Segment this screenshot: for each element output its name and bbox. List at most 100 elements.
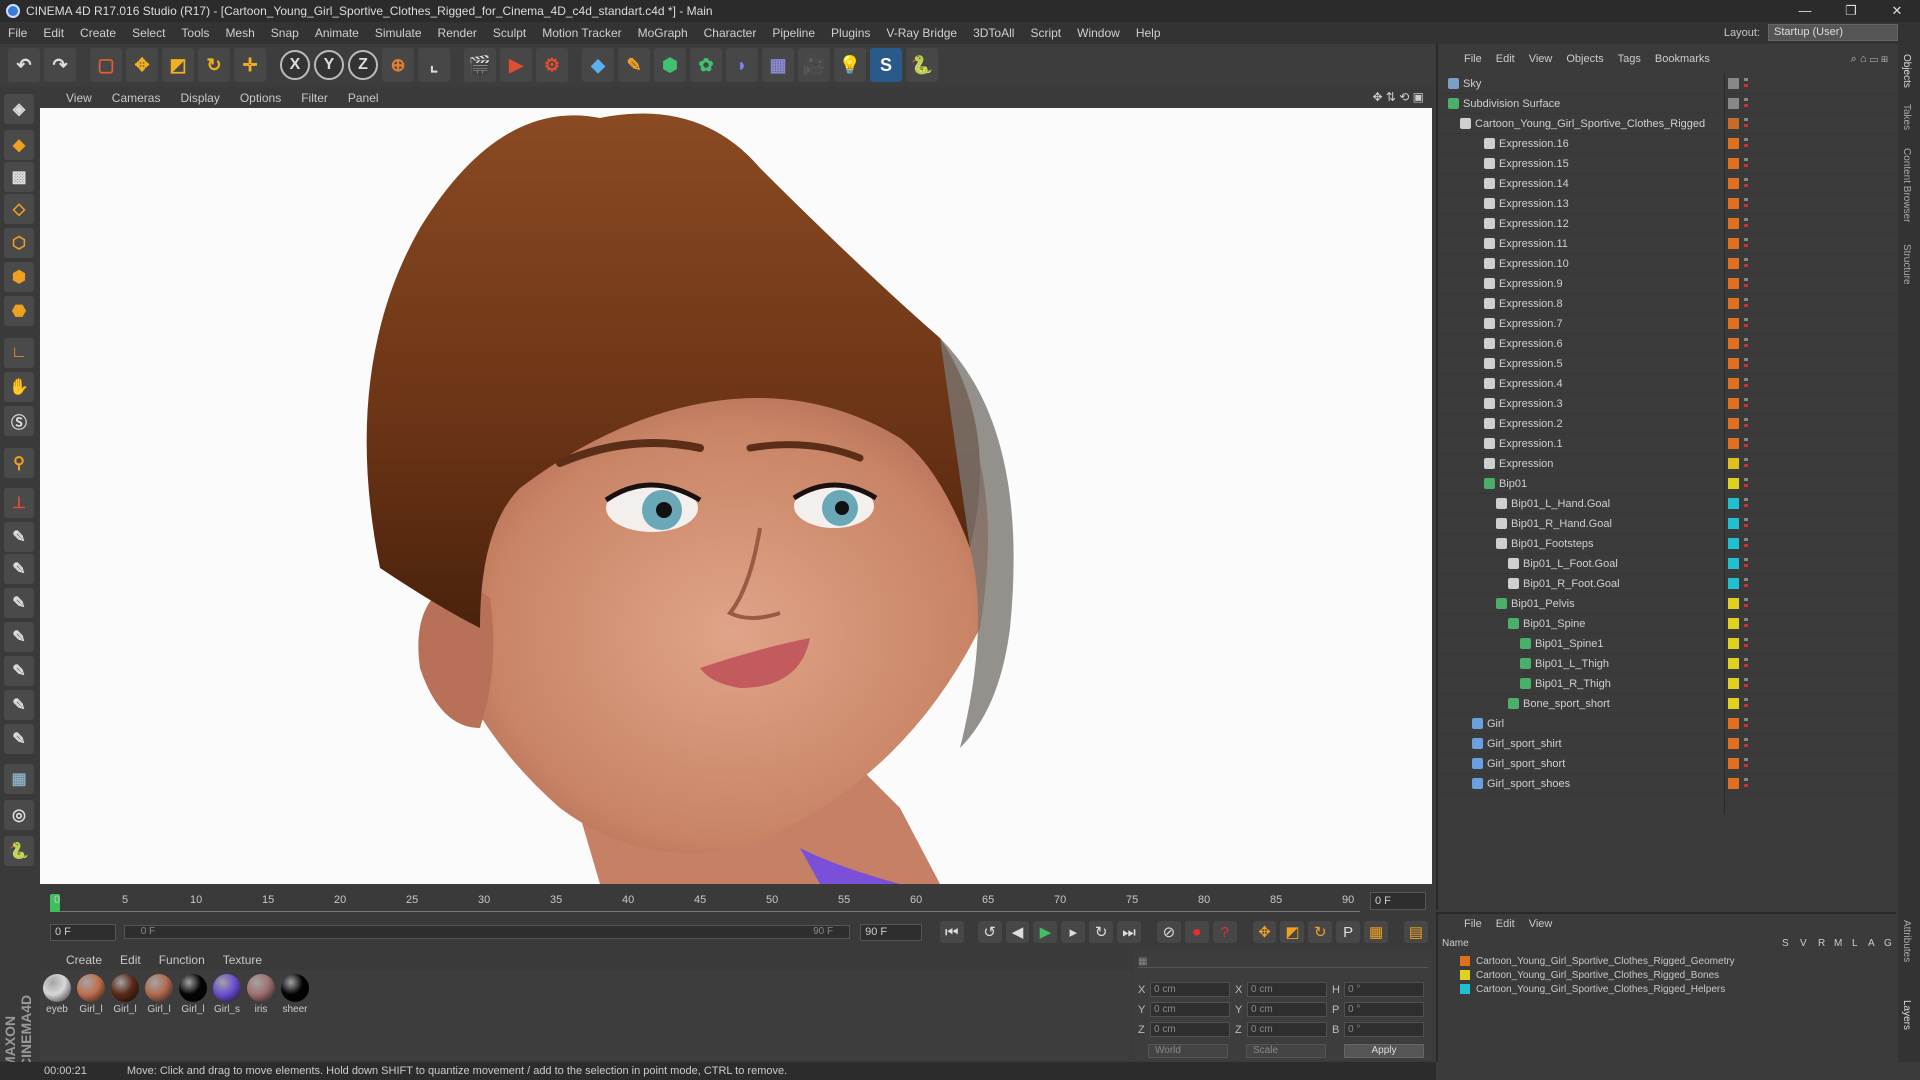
visibility-dots-icon[interactable]	[1744, 617, 1748, 630]
visibility-dots-icon[interactable]	[1744, 577, 1748, 590]
layer-color-tag[interactable]	[1728, 698, 1739, 709]
layer-color-tag[interactable]	[1728, 638, 1739, 649]
rotation-p-field[interactable]: 0 °	[1344, 1002, 1424, 1017]
object-row[interactable]: Expression.8	[1438, 294, 1898, 314]
points-mode-icon[interactable]: ⬡	[4, 228, 34, 258]
visibility-dots-icon[interactable]	[1744, 597, 1748, 610]
tab-takes[interactable]: Takes	[1901, 104, 1912, 130]
object-row[interactable]: Girl	[1438, 714, 1898, 734]
enable-axis-icon[interactable]: ∟	[4, 338, 34, 368]
layer-color-tag[interactable]	[1728, 498, 1739, 509]
viewport-menu-cameras[interactable]: Cameras	[112, 91, 161, 105]
viewport-menu-options[interactable]: Options	[240, 91, 281, 105]
layer-row[interactable]: Cartoon_Young_Girl_Sportive_Clothes_Rigg…	[1438, 954, 1898, 968]
layer-color-tag[interactable]	[1728, 538, 1739, 549]
layer-color-tag[interactable]	[1728, 758, 1739, 769]
visibility-dots-icon[interactable]	[1744, 777, 1748, 790]
om-search-icon[interactable]: ⌕ ⌂ ▭ ⊞	[1851, 53, 1888, 66]
om-menu-edit[interactable]: Edit	[1496, 53, 1515, 65]
object-row[interactable]: Expression.3	[1438, 394, 1898, 414]
layer-color-tag[interactable]	[1728, 338, 1739, 349]
record-scale-icon[interactable]: ◩	[1280, 921, 1305, 943]
visibility-dots-icon[interactable]	[1744, 757, 1748, 770]
layer-color-tag[interactable]	[1728, 678, 1739, 689]
sculpt-brush-4-icon[interactable]: ✎	[4, 622, 34, 652]
material-swatch[interactable]: sheer	[280, 974, 310, 1015]
layer-color-tag[interactable]	[1728, 558, 1739, 569]
x-axis-lock-icon[interactable]: X	[280, 50, 310, 80]
material-menu-edit[interactable]: Edit	[120, 953, 141, 967]
visibility-dots-icon[interactable]	[1744, 117, 1748, 130]
layer-row[interactable]: Cartoon_Young_Girl_Sportive_Clothes_Rigg…	[1438, 982, 1898, 996]
render-settings-icon[interactable]: ⚙	[536, 48, 568, 82]
object-row[interactable]: Bip01	[1438, 474, 1898, 494]
object-row[interactable]: Expression.14	[1438, 174, 1898, 194]
material-swatch[interactable]: iris	[246, 974, 276, 1015]
visibility-dots-icon[interactable]	[1744, 457, 1748, 470]
polygons-mode-icon[interactable]: ⬣	[4, 296, 34, 326]
magnet-icon[interactable]: ⚲	[4, 448, 34, 478]
rotation-h-field[interactable]: 0 °	[1344, 982, 1424, 997]
previous-frame-icon[interactable]: ◀	[1005, 921, 1030, 943]
texture-mode-icon[interactable]: ▩	[4, 162, 34, 192]
layer-color-tag[interactable]	[1728, 98, 1739, 109]
om-menu-objects[interactable]: Objects	[1566, 53, 1603, 65]
move-tool-icon[interactable]: ✥	[126, 48, 158, 82]
menu-mograph[interactable]: MoGraph	[638, 26, 688, 40]
camera-icon[interactable]: 🎥	[798, 48, 830, 82]
live-selection-icon[interactable]: ▢	[90, 48, 122, 82]
object-row[interactable]: Expression.16	[1438, 134, 1898, 154]
layer-color-tag[interactable]	[1728, 238, 1739, 249]
object-row[interactable]: Subdivision Surface	[1438, 94, 1898, 114]
record-active-objects-icon[interactable]: ⏺	[1184, 921, 1209, 943]
cloner-icon[interactable]: ✿	[690, 48, 722, 82]
visibility-dots-icon[interactable]	[1744, 537, 1748, 550]
model-mode-icon[interactable]: ◆	[4, 130, 34, 160]
quantize-icon[interactable]: ◎	[4, 800, 34, 830]
layer-color-tag[interactable]	[1728, 458, 1739, 469]
object-row[interactable]: Girl_sport_short	[1438, 754, 1898, 774]
menu-mesh[interactable]: Mesh	[225, 26, 254, 40]
material-swatch[interactable]: eyeb	[42, 974, 72, 1015]
sculpt-brush-2-icon[interactable]: ✎	[4, 554, 34, 584]
layer-color-tag[interactable]	[1728, 738, 1739, 749]
menu-snap[interactable]: Snap	[271, 26, 299, 40]
size-x-field[interactable]: 0 cm	[1247, 982, 1327, 997]
tab-objects[interactable]: Objects	[1901, 54, 1912, 88]
autokeying-icon[interactable]: ?	[1212, 921, 1237, 943]
object-row[interactable]: Girl_sport_shirt	[1438, 734, 1898, 754]
size-y-field[interactable]: 0 cm	[1247, 1002, 1327, 1017]
object-row[interactable]: Expression.6	[1438, 334, 1898, 354]
timeline-window-icon[interactable]: ▤	[1403, 921, 1428, 943]
menu-vray-bridge[interactable]: V-Ray Bridge	[886, 26, 957, 40]
coordinate-space-select[interactable]: World	[1148, 1044, 1228, 1058]
apply-button[interactable]: Apply	[1344, 1044, 1424, 1058]
menu-create[interactable]: Create	[80, 26, 116, 40]
end-frame-field[interactable]: 90 F	[860, 923, 922, 941]
object-row[interactable]: Expression.9	[1438, 274, 1898, 294]
layer-color-tag[interactable]	[1728, 378, 1739, 389]
undo-icon[interactable]: ↶	[8, 48, 40, 82]
menu-motion-tracker[interactable]: Motion Tracker	[542, 26, 621, 40]
maximize-button[interactable]: ❐	[1828, 0, 1874, 22]
recent-tool-icon[interactable]: ✛	[234, 48, 266, 82]
object-axis-icon[interactable]: ⌞	[418, 48, 450, 82]
layer-menu-edit[interactable]: Edit	[1496, 918, 1515, 930]
visibility-dots-icon[interactable]	[1744, 77, 1748, 90]
material-swatch[interactable]: Girl_l	[110, 974, 140, 1015]
sketch-icon[interactable]: S	[870, 48, 902, 82]
visibility-dots-icon[interactable]	[1744, 497, 1748, 510]
visibility-dots-icon[interactable]	[1744, 357, 1748, 370]
menu-plugins[interactable]: Plugins	[831, 26, 870, 40]
position-y-field[interactable]: 0 cm	[1150, 1002, 1230, 1017]
layer-color-tag[interactable]	[1728, 138, 1739, 149]
object-row[interactable]: Expression.7	[1438, 314, 1898, 334]
workplane-icon[interactable]: ⊥	[4, 488, 34, 518]
play-forward-icon[interactable]: ▶	[1033, 921, 1058, 943]
visibility-dots-icon[interactable]	[1744, 97, 1748, 110]
record-rotation-icon[interactable]: ↻	[1308, 921, 1333, 943]
object-row[interactable]: Expression	[1438, 454, 1898, 474]
position-x-field[interactable]: 0 cm	[1150, 982, 1230, 997]
om-menu-tags[interactable]: Tags	[1618, 53, 1641, 65]
object-row[interactable]: Bip01_L_Foot.Goal	[1438, 554, 1898, 574]
